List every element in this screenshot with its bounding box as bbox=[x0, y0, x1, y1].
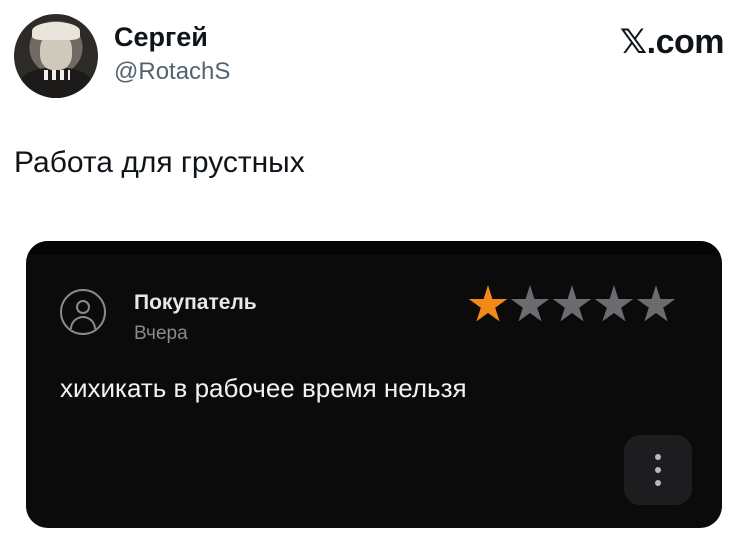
tweet-text: Работа для грустных bbox=[14, 146, 305, 179]
review-card-image: Покупатель Вчера хихикать в рабочее врем… bbox=[26, 241, 722, 528]
more-options-button[interactable] bbox=[624, 435, 692, 505]
user-icon-head bbox=[76, 300, 90, 314]
star-empty-icon bbox=[636, 285, 676, 322]
user-icon-shoulders bbox=[70, 316, 96, 329]
x-logo: 𝕏.com bbox=[619, 23, 725, 61]
reviewer-name: Покупатель bbox=[134, 291, 257, 314]
star-empty-icon bbox=[594, 285, 634, 322]
star-empty-icon bbox=[510, 285, 550, 322]
review-date: Вчера bbox=[134, 323, 188, 344]
more-options-dot-icon bbox=[655, 480, 661, 486]
author-handle[interactable]: @RotachS bbox=[114, 58, 230, 86]
avatar-cap-shape bbox=[32, 22, 80, 40]
more-options-dot-icon bbox=[655, 454, 661, 460]
star-rating bbox=[468, 285, 676, 325]
avatar-scarf-shape bbox=[44, 70, 70, 80]
review-text: хихикать в рабочее время нельзя bbox=[60, 373, 467, 403]
star-empty-icon bbox=[552, 285, 592, 322]
more-options-dot-icon bbox=[655, 467, 661, 473]
user-icon bbox=[60, 289, 106, 335]
star-filled-icon bbox=[468, 285, 508, 322]
author-avatar[interactable] bbox=[14, 14, 98, 98]
author-name[interactable]: Сергей bbox=[114, 22, 208, 53]
